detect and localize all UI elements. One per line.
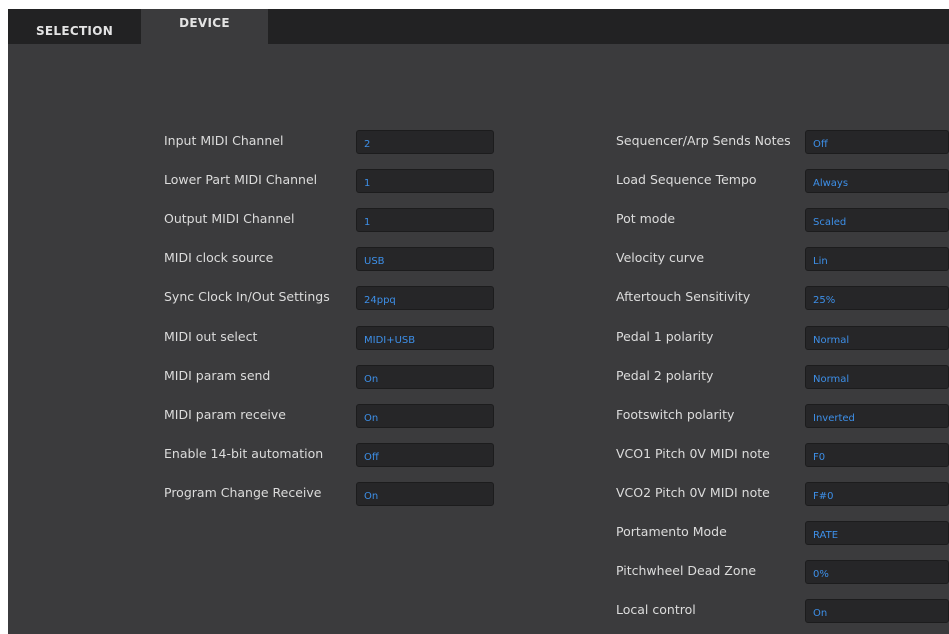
setting-value-dropdown[interactable]: 0% bbox=[805, 560, 949, 585]
setting-label: Pitchwheel Dead Zone bbox=[616, 563, 757, 579]
setting-label: Portamento Mode bbox=[616, 524, 727, 539]
setting-label: Sequencer/Arp Sends Notes bbox=[616, 133, 791, 148]
right-setting-row: Aftertouch Sensitivity 25% bbox=[8, 286, 949, 312]
right-setting-row: Sequencer/Arp Sends Notes Off bbox=[8, 130, 949, 156]
right-setting-row: VCO2 Pitch 0V MIDI note F#0 bbox=[8, 481, 949, 508]
setting-value-dropdown[interactable]: Scaled bbox=[805, 208, 949, 233]
setting-value-dropdown[interactable]: On bbox=[805, 599, 949, 624]
right-setting-row: Footswitch polarity Inverted bbox=[8, 403, 949, 430]
tab-device[interactable]: DEVICE bbox=[141, 9, 268, 44]
setting-label: Pedal 1 polarity bbox=[616, 328, 714, 344]
setting-value-dropdown[interactable]: Inverted bbox=[805, 403, 949, 428]
right-setting-row: Pitchwheel Dead Zone 0% bbox=[8, 560, 949, 586]
right-setting-row: Pedal 2 polarity Normal bbox=[8, 364, 949, 391]
setting-label: Pot mode bbox=[616, 211, 676, 227]
right-setting-row: VCO1 Pitch 0V MIDI note F0 bbox=[8, 442, 949, 469]
right-setting-row: Pedal 1 polarity Normal bbox=[8, 325, 949, 352]
setting-value-dropdown[interactable]: 25% bbox=[805, 286, 949, 311]
setting-label: Pedal 2 polarity bbox=[616, 367, 714, 383]
tab-bar: SELECTION DEVICE bbox=[8, 9, 949, 44]
setting-value-dropdown[interactable]: F0 bbox=[805, 442, 949, 467]
right-setting-row: Local control On bbox=[8, 599, 949, 625]
right-setting-row: Load Sequence Tempo Always bbox=[8, 169, 949, 195]
setting-value-dropdown[interactable]: F#0 bbox=[805, 481, 949, 506]
right-setting-row: Pot mode Scaled bbox=[8, 208, 949, 234]
setting-value-dropdown[interactable]: Always bbox=[805, 169, 949, 194]
setting-value-dropdown[interactable]: Normal bbox=[805, 325, 949, 350]
right-setting-row: Velocity curve Lin bbox=[8, 247, 949, 273]
setting-label: Footswitch polarity bbox=[616, 406, 735, 422]
setting-label: VCO2 Pitch 0V MIDI note bbox=[616, 484, 770, 500]
setting-label: Aftertouch Sensitivity bbox=[616, 289, 751, 305]
tab-selection[interactable]: SELECTION bbox=[8, 9, 141, 44]
setting-label: VCO1 Pitch 0V MIDI note bbox=[616, 445, 770, 461]
setting-value-dropdown[interactable]: RATE bbox=[805, 521, 949, 545]
setting-value-dropdown[interactable]: Off bbox=[805, 130, 949, 154]
setting-value-dropdown[interactable]: Lin bbox=[805, 247, 949, 272]
device-settings-window: SELECTION DEVICE Input MIDI Channel 2 Lowe… bbox=[8, 9, 949, 634]
setting-label: Velocity curve bbox=[616, 250, 705, 266]
right-setting-row: Portamento Mode RATE bbox=[8, 521, 949, 547]
setting-label: Load Sequence Tempo bbox=[616, 172, 757, 188]
setting-value-dropdown[interactable]: Normal bbox=[805, 364, 949, 389]
setting-label: Local control bbox=[616, 602, 696, 618]
